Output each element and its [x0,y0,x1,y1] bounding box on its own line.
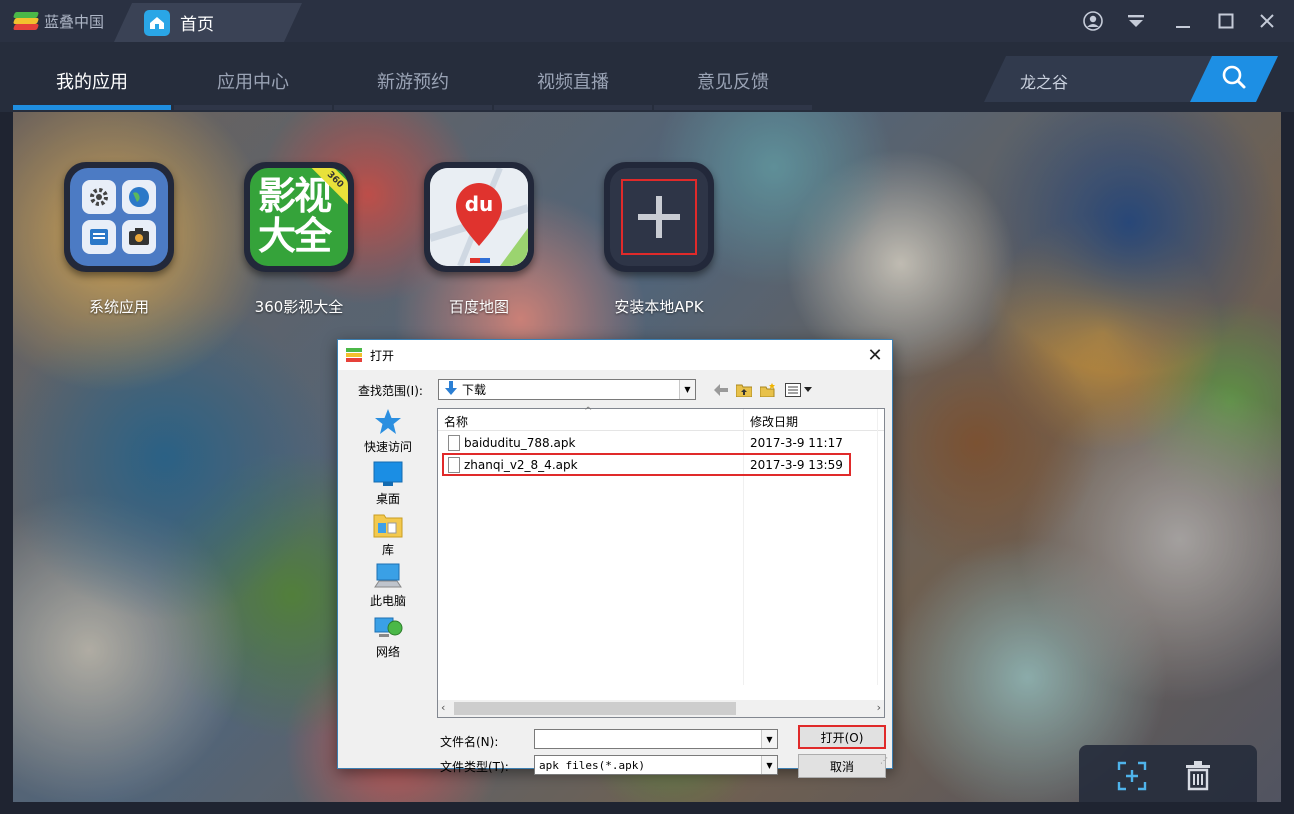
trash-icon[interactable] [1181,759,1215,793]
column-headers: 名称 ^ 修改日期 [438,406,884,431]
view-menu-icon[interactable] [784,381,814,399]
tab-game-reservation[interactable]: 新游预约 [334,68,492,110]
main-nav: 我的应用 应用中心 新游预约 视频直播 意见反馈 龙之谷 [0,42,1294,112]
highlight-frame [621,179,697,255]
file-date: 2017-3-9 11:17 [750,436,843,450]
place-this-pc[interactable]: 此电脑 [348,562,428,612]
filename-label: 文件名(N): [440,735,499,749]
desktop-icon [373,460,403,488]
place-network[interactable]: 网络 [348,613,428,663]
place-label: 库 [381,543,394,557]
scroll-left-icon[interactable]: ‹ [441,701,445,714]
look-in-value: 下载 [462,383,487,397]
search-icon [1221,64,1247,94]
dialog-close-icon[interactable]: ✕ [864,344,886,366]
sort-chevron-icon: ^ [584,406,593,417]
place-library[interactable]: 库 [348,511,428,561]
dialog-title: 打开 [370,348,395,363]
up-folder-icon[interactable] [734,381,754,399]
place-label: 桌面 [375,492,400,506]
resize-grip-icon[interactable]: ⋰ [880,756,890,766]
screenshot-add-icon[interactable] [1115,759,1149,793]
app-tile: 影视大全 360 [244,162,354,272]
file-list: 名称 ^ 修改日期 baiduditu_788.apk 2017-3-9 11:… [437,406,885,718]
place-quick-access[interactable]: 快速访问 [348,408,428,458]
place-label: 此电脑 [369,594,406,608]
menu-icon[interactable] [1123,8,1149,34]
horizontal-scrollbar[interactable]: ‹ › [438,700,884,717]
title-bar: 蓝叠中国 首页 [0,0,1294,42]
account-icon[interactable] [1080,8,1106,34]
maximize-icon[interactable] [1213,8,1239,34]
computer-icon [373,562,403,590]
app-install-local-apk[interactable]: 安装本地APK [599,162,719,322]
plus-icon [638,196,680,238]
file-name: baiduditu_788.apk [464,436,576,450]
app-system-apps[interactable]: 系统应用 [59,162,179,322]
look-in-select[interactable]: 下载 ▼ [438,379,696,400]
tab-live-video[interactable]: 视频直播 [494,68,652,110]
close-icon[interactable] [1254,8,1280,34]
network-icon [373,613,403,641]
dialog-title-bar: 打开 [338,340,892,370]
add-app-icon-container [610,168,708,266]
filetype-select[interactable]: apk files(*.apk) [534,755,778,775]
app-label: 安装本地APK [614,298,704,316]
scrollbar-thumb[interactable] [454,702,736,715]
minimize-icon[interactable] [1170,8,1196,34]
open-button[interactable]: 打开(O) [798,725,886,749]
places-bar: 快速访问 桌面 库 此电脑 网络 [348,408,428,698]
look-in-label: 查找范围(I): [358,384,423,398]
system-apps-icon [70,168,168,266]
bluestacks-logo-icon [346,348,362,362]
brand-name: 蓝叠中国 [44,12,105,31]
video-360-icon: 影视大全 360 [250,168,348,266]
search-box: 龙之谷 [984,56,1278,102]
column-date-modified[interactable]: 修改日期 [750,413,798,430]
app-label: 百度地图 [448,298,509,316]
tab-feedback[interactable]: 意见反馈 [654,68,812,110]
filename-input[interactable] [534,729,778,749]
chevron-down-icon[interactable]: ▼ [761,756,777,774]
app-tile: du [424,162,534,272]
column-name[interactable]: 名称 [444,413,468,430]
place-label: 快速访问 [363,440,412,454]
app-360-video[interactable]: 影视大全 360 360影视大全 [239,162,359,322]
dialog-body: 查找范围(I): 下载 ▼ 快速访问 桌面 库 此电脑 网络 名称 ^ 修改日期… [338,370,892,778]
app-tile [64,162,174,272]
chevron-down-icon[interactable]: ▼ [761,730,777,748]
bottom-dock [1079,745,1257,802]
chevron-down-icon: ▼ [679,380,695,399]
app-tile [604,162,714,272]
tab-app-center[interactable]: 应用中心 [174,68,332,110]
place-desktop[interactable]: 桌面 [348,460,428,510]
new-folder-icon[interactable] [758,381,778,399]
filetype-label: 文件类型(T): [440,760,509,774]
place-label: 网络 [375,645,400,659]
brand: 蓝叠中国 [0,0,130,42]
scroll-right-icon[interactable]: › [877,701,881,714]
baidu-map-icon: du [430,168,528,266]
video-360-icon-text: 影视大全 [258,174,332,258]
tab-home[interactable]: 首页 [114,3,302,42]
file-icon [448,435,460,451]
open-file-dialog: 打开 ✕ 查找范围(I): 下载 ▼ 快速访问 桌面 库 此电脑 网络 名称 ^… [337,339,893,778]
home-icon [144,10,170,36]
library-folder-icon [373,511,403,539]
app-label: 系统应用 [88,298,149,316]
download-arrow-icon [445,381,457,398]
highlight-frame [442,453,851,476]
star-icon [373,408,403,436]
file-row[interactable]: baiduditu_788.apk 2017-3-9 11:17 [444,433,874,453]
cancel-button[interactable]: 取消 [798,754,886,778]
tab-my-apps[interactable]: 我的应用 [13,68,171,110]
back-arrow-icon[interactable] [711,381,731,399]
bluestacks-logo-icon [12,12,40,30]
search-input[interactable]: 龙之谷 [984,56,1230,102]
app-baidu-map[interactable]: du 百度地图 [419,162,539,322]
baidu-map-icon-text: du [464,192,494,216]
column-separator [877,409,878,685]
tab-home-label: 首页 [180,15,214,35]
app-label: 360影视大全 [254,298,344,316]
